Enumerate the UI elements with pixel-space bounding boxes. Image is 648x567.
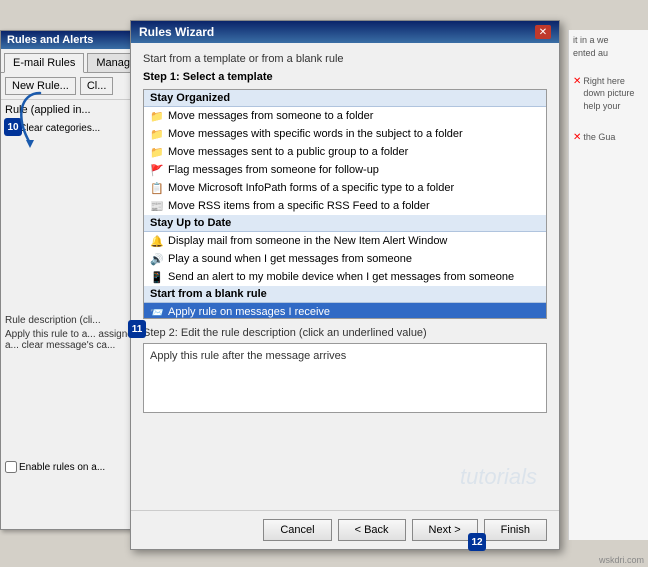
wizard-title-text: Rules Wizard	[139, 25, 214, 39]
wizard-body: Start from a template or from a blank ru…	[131, 43, 559, 510]
rules-alerts-title-text: Rules and Alerts	[7, 34, 93, 46]
enable-rules-check: Enable rules on a...	[5, 461, 105, 473]
folder-group-icon: 📁	[150, 145, 164, 159]
wizard-close-button[interactable]: ✕	[535, 25, 551, 39]
rules-wizard-dialog: Rules Wizard ✕ Start from a template or …	[130, 20, 560, 550]
folder-words-icon: 📁	[150, 127, 164, 141]
folder-move-icon: 📁	[150, 109, 164, 123]
step2-text: Apply this rule after the message arrive…	[150, 350, 346, 362]
section-blank-rule: Start from a blank rule	[144, 286, 546, 303]
template-item[interactable]: 📁 Move messages from someone to a folder	[144, 107, 546, 125]
right-panel-text: it in a we ented au ✕ Right here down pi…	[569, 30, 648, 152]
mobile-alert-icon: 📱	[150, 270, 164, 284]
step2-label: Step 2: Edit the rule description (click…	[143, 327, 547, 339]
template-item[interactable]: 📰 Move RSS items from a specific RSS Fee…	[144, 197, 546, 215]
template-item-receive[interactable]: 📨 Apply rule on messages I receive	[144, 303, 546, 319]
template-item[interactable]: 📱 Send an alert to my mobile device when…	[144, 268, 546, 286]
badge-11: 11	[128, 320, 146, 338]
template-item[interactable]: 📋 Move Microsoft InfoPath forms of a spe…	[144, 179, 546, 197]
back-button[interactable]: < Back	[338, 519, 406, 541]
template-listbox[interactable]: Stay Organized 📁 Move messages from some…	[143, 89, 547, 319]
rss-icon: 📰	[150, 199, 164, 213]
section-stay-up-to-date: Stay Up to Date	[144, 215, 546, 232]
template-item[interactable]: 📁 Move messages with specific words in t…	[144, 125, 546, 143]
step2-description-box: Apply this rule after the message arrive…	[143, 343, 547, 413]
template-item[interactable]: 🔔 Display mail from someone in the New I…	[144, 232, 546, 250]
wizard-footer: Cancel < Back Next > Finish	[131, 510, 559, 549]
alert-icon: 🔔	[150, 234, 164, 248]
watermark-text: tutorials	[460, 464, 537, 490]
wizard-step1-title: Step 1: Select a template	[143, 71, 547, 83]
template-item[interactable]: 📁 Move messages sent to a public group t…	[144, 143, 546, 161]
receive-icon: 📨	[150, 305, 164, 319]
wizard-title-bar: Rules Wizard ✕	[131, 21, 559, 43]
badge-12: 12	[468, 533, 486, 551]
flag-icon: 🚩	[150, 163, 164, 177]
cancel-button[interactable]: Cancel	[263, 519, 331, 541]
step2-box-wrapper: Apply this rule after the message arrive…	[143, 343, 547, 500]
template-item[interactable]: 🚩 Flag messages from someone for follow-…	[144, 161, 546, 179]
enable-rules-label: Enable rules on a...	[19, 462, 105, 473]
selected-item-text: Apply rule on messages I receive	[168, 306, 330, 318]
template-item[interactable]: 🔊 Play a sound when I get messages from …	[144, 250, 546, 268]
sound-icon: 🔊	[150, 252, 164, 266]
clear-button[interactable]: Cl...	[80, 77, 114, 95]
error-icon-2: ✕	[573, 131, 581, 145]
section-stay-organized: Stay Organized	[144, 90, 546, 107]
enable-rules-checkbox[interactable]	[5, 461, 17, 473]
watermark-site: wskdri.com	[599, 555, 644, 565]
arrow-annotation	[10, 88, 50, 151]
finish-button[interactable]: Finish	[484, 519, 547, 541]
tab-email-rules[interactable]: E-mail Rules	[4, 53, 84, 73]
infopath-icon: 📋	[150, 181, 164, 195]
wizard-step-label: Start from a template or from a blank ru…	[143, 53, 547, 65]
right-panel: it in a we ented au ✕ Right here down pi…	[568, 30, 648, 540]
error-icon: ✕	[573, 75, 581, 89]
